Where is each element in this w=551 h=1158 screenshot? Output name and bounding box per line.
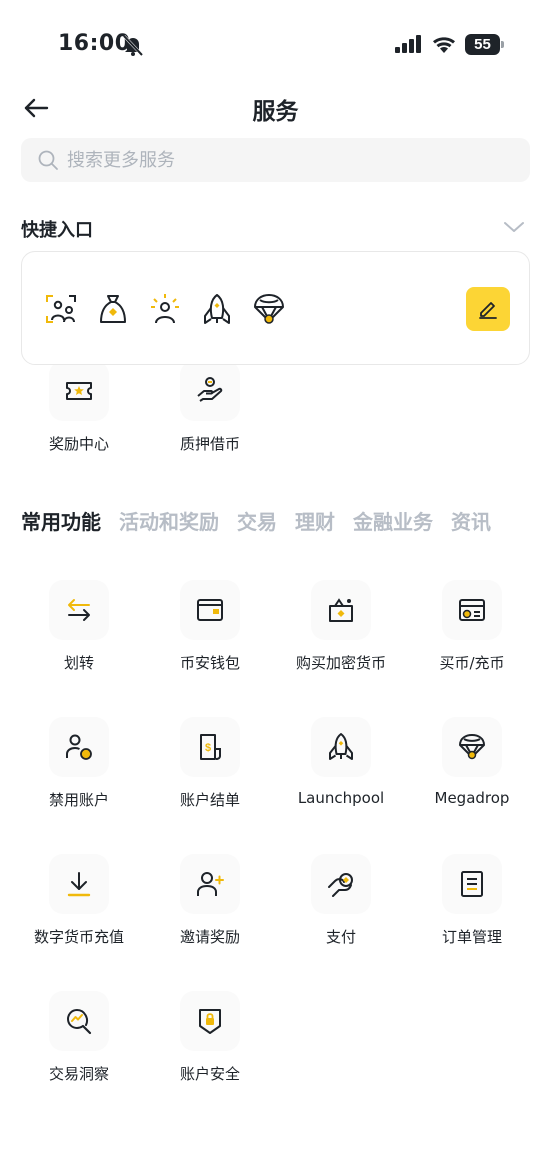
quick-entry-card [21,251,530,365]
launchpool-rocket-icon [329,733,353,760]
megadrop-parachute-icon [459,734,485,760]
tab-activities-rewards[interactable]: 活动和奖励 [119,506,219,535]
category-tabs: 常用功能 活动和奖励 交易 理财 金融业务 资讯 [21,506,541,546]
feature-order-management[interactable]: 订单管理 [404,854,540,974]
status-time: 16:00 [58,31,131,56]
search-bar[interactable] [21,138,530,182]
parachute-icon[interactable] [252,292,286,326]
feature-label: 买币/充币 [439,654,505,672]
ticket-icon [66,382,92,400]
disable-account-icon [66,734,92,760]
shield-lock-icon [199,1009,221,1034]
feature-pay[interactable]: 支付 [273,854,409,974]
download-icon [67,872,91,897]
cellular-signal-icon [395,35,421,53]
feature-trade-insight[interactable]: 交易洞察 [11,991,147,1111]
tab-financial-business[interactable]: 金融业务 [353,506,433,535]
edit-shortcuts-button[interactable] [466,287,510,331]
feature-disable-account[interactable]: 禁用账户 [11,717,147,837]
feature-label: 数字货币充值 [33,928,124,946]
service-staking-loan[interactable]: 质押借币 [142,361,278,481]
quick-entry-title: 快捷入口 [21,220,93,241]
card-deposit-icon [459,599,485,621]
feature-buy-crypto[interactable]: 购买加密货币 [273,580,409,700]
tab-news[interactable]: 资讯 [451,506,491,535]
feature-launchpool[interactable]: Launchpool [273,717,409,837]
service-label: 奖励中心 [48,435,109,453]
feature-referral-rewards[interactable]: 邀请奖励 [142,854,278,974]
feature-label: 账户结单 [179,791,240,809]
status-bar: 16:00 55 [0,0,551,90]
feature-account-security[interactable]: 账户安全 [142,991,278,1111]
feature-label: 币安钱包 [179,654,240,672]
chevron-down-icon[interactable] [503,218,525,236]
feature-account-statement[interactable]: $ 账户结单 [142,717,278,837]
buy-crypto-icon [329,598,353,622]
tab-finance[interactable]: 理财 [295,506,335,535]
rocket-icon[interactable] [200,292,234,326]
feature-label: 账户安全 [179,1065,240,1083]
feature-label: Megadrop [434,789,510,807]
profile-scan-icon[interactable] [44,292,78,326]
search-input[interactable] [67,138,507,182]
feature-label: 邀请奖励 [179,928,240,946]
order-list-icon [461,871,483,897]
feature-label: 支付 [325,928,356,946]
service-label: 质押借币 [179,435,240,453]
invite-user-icon [197,872,224,896]
pay-icon [328,873,353,897]
edit-pen-icon [479,302,497,319]
transfer-icon [68,599,90,621]
service-rewards-center[interactable]: 奖励中心 [11,361,147,481]
battery-level: 55 [474,36,491,53]
tab-common[interactable]: 常用功能 [21,506,101,535]
page-title: 服务 [252,99,299,125]
wallet-icon [197,599,223,621]
feature-label: 划转 [63,654,94,672]
wifi-icon [433,37,455,53]
statement-icon: $ [200,734,221,760]
feature-label: 交易洞察 [48,1065,109,1083]
sun-person-icon[interactable] [148,292,182,326]
battery-indicator: 55 [465,34,505,55]
feature-transfer[interactable]: 划转 [11,580,147,700]
feature-binance-wallet[interactable]: 币安钱包 [142,580,278,700]
feature-label: 订单管理 [441,928,502,946]
money-bag-icon[interactable] [96,292,130,326]
search-icon [38,150,58,170]
hand-coin-icon [197,377,223,402]
bell-muted-icon [122,34,144,57]
feature-label: 禁用账户 [48,791,109,809]
feature-label: 购买加密货币 [295,654,386,672]
feature-buy-deposit[interactable]: 买币/充币 [404,580,540,700]
feature-megadrop[interactable]: Megadrop [404,717,540,837]
svg-text:$: $ [205,742,211,754]
tab-trade[interactable]: 交易 [237,506,277,535]
feature-label: Launchpool [297,789,385,807]
insight-icon [66,1008,92,1035]
feature-crypto-deposit[interactable]: 数字货币充值 [11,854,147,974]
